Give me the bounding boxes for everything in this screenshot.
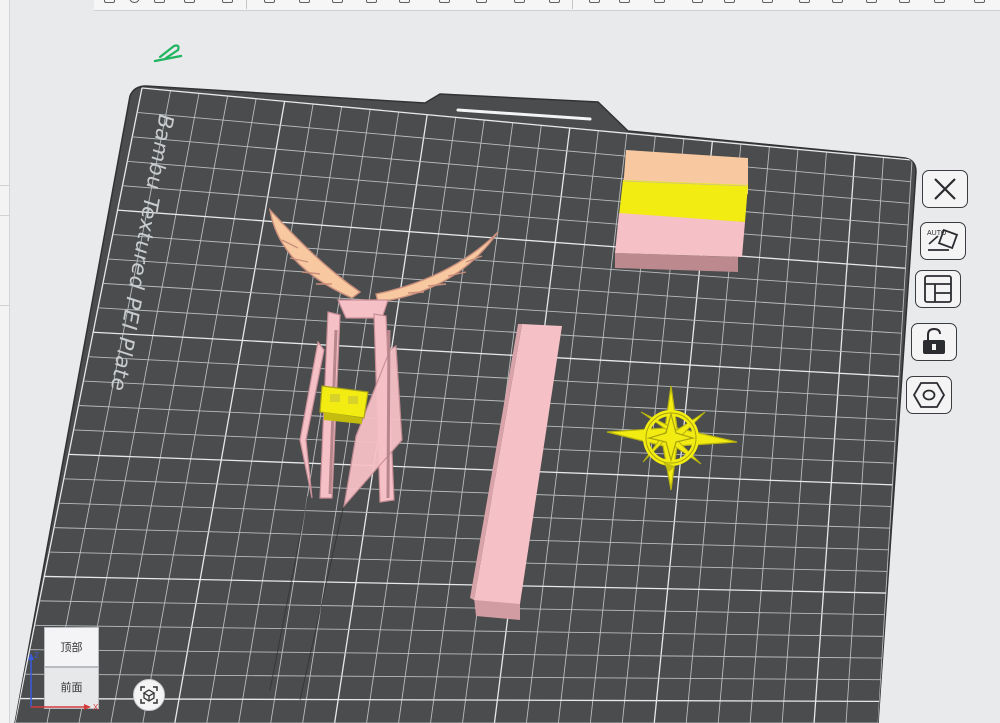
auto-orient-icon: AUTO: [927, 228, 959, 251]
auto-orient-button[interactable]: AUTO: [920, 222, 966, 260]
unlock-icon: [923, 327, 945, 354]
close-object-button[interactable]: [922, 170, 968, 208]
auto-label: AUTO: [927, 230, 947, 237]
axis-gizmo: Z X: [28, 651, 99, 711]
settings-button[interactable]: [906, 376, 952, 414]
lock-button[interactable]: [911, 323, 957, 361]
close-icon: [934, 178, 956, 200]
arrange-button[interactable]: [915, 270, 961, 308]
view-cube[interactable]: 顶部 前面 Z X: [28, 623, 101, 711]
edit-pencil-icon[interactable]: [153, 44, 183, 63]
camera-reset-icon: [140, 686, 158, 704]
arrange-icon: [924, 275, 952, 303]
reset-view-button[interactable]: [133, 679, 165, 711]
color-block-model[interactable]: [615, 150, 748, 272]
3d-viewport[interactable]: [0, 0, 1000, 723]
axis-z-label: Z: [34, 651, 39, 660]
hexagon-nut-icon: [912, 382, 946, 408]
axis-x-label: X: [93, 703, 99, 711]
